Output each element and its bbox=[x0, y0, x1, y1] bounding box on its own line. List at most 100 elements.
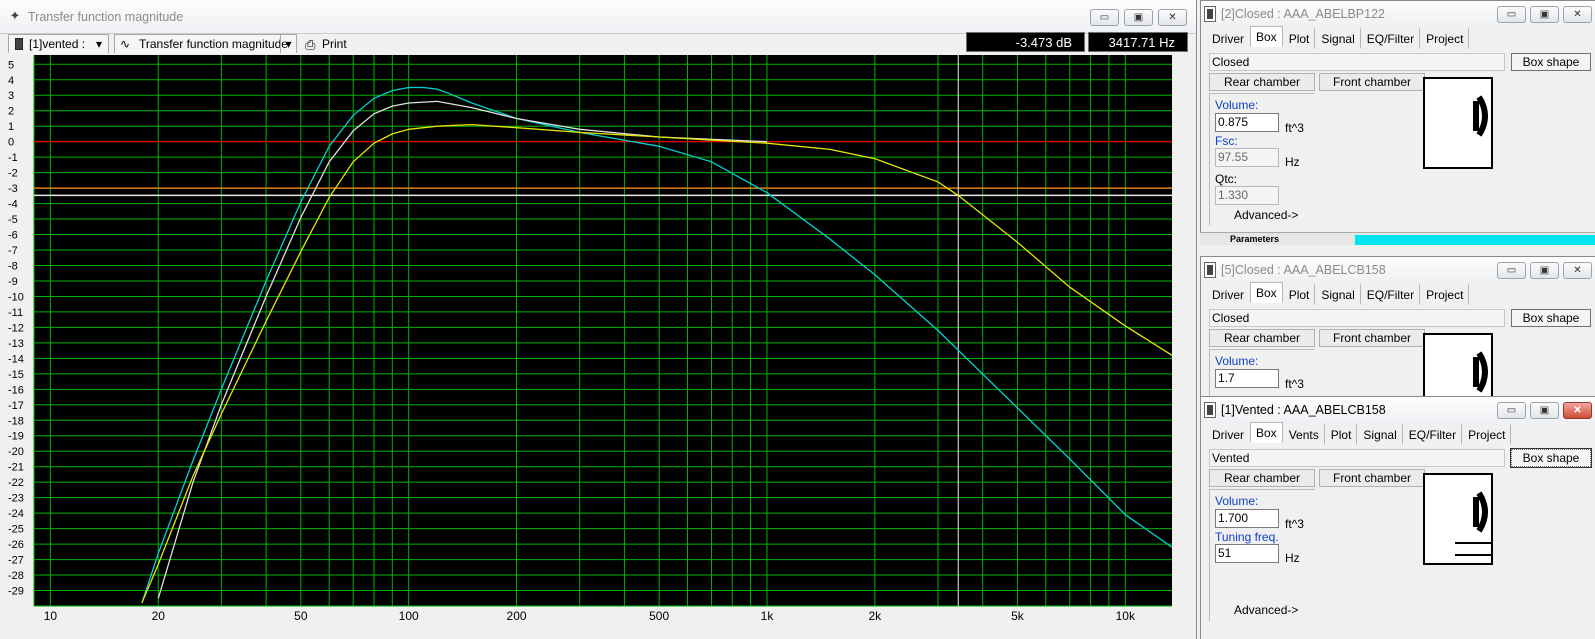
tab-project[interactable]: Project bbox=[1420, 28, 1470, 49]
plot-icon: ✦ bbox=[9, 8, 21, 23]
fsc-label: Fsc: bbox=[1215, 134, 1238, 148]
y-tick-label: -9 bbox=[8, 276, 18, 288]
tab-plot[interactable]: Plot bbox=[1283, 28, 1316, 49]
window-title: [5]Closed : AAA_ABELCB158 bbox=[1221, 263, 1386, 277]
rear-chamber-button[interactable]: Rear chamber bbox=[1209, 469, 1315, 487]
rear-chamber-button[interactable]: Rear chamber bbox=[1209, 73, 1315, 91]
close-button[interactable]: ✕ bbox=[1563, 6, 1592, 23]
tab-box[interactable]: Box bbox=[1250, 26, 1283, 47]
minimize-button[interactable]: ▭ bbox=[1497, 6, 1526, 23]
close-button[interactable]: ✕ bbox=[1158, 9, 1187, 26]
print-button[interactable]: ⎙ Print bbox=[300, 34, 347, 55]
plot-area bbox=[34, 55, 1172, 606]
tab-box[interactable]: Box bbox=[1250, 422, 1283, 443]
box-type-field[interactable]: Closed bbox=[1209, 309, 1505, 327]
minimize-button[interactable]: ▭ bbox=[1497, 402, 1526, 419]
transfer-function-chart[interactable]: 543210-1-2-3-4-5-6-7-8-9-10-11-12-13-14-… bbox=[0, 53, 1194, 639]
tab-signal[interactable]: Signal bbox=[1357, 424, 1403, 445]
y-tick-label: -27 bbox=[8, 555, 24, 567]
tab-bar: Driver Box Plot Signal EQ/Filter Project bbox=[1206, 282, 1470, 305]
fsc-unit: Hz bbox=[1285, 155, 1300, 169]
chevron-down-icon: ▾ bbox=[95, 37, 102, 51]
tab-signal[interactable]: Signal bbox=[1315, 28, 1361, 49]
y-tick-label: -17 bbox=[8, 400, 24, 412]
main-window-title: Transfer function magnitude bbox=[28, 10, 184, 24]
tab-eq-filter[interactable]: EQ/Filter bbox=[1361, 28, 1421, 49]
tab-signal[interactable]: Signal bbox=[1315, 284, 1361, 305]
speaker-icon bbox=[1473, 95, 1488, 137]
box-type-field[interactable]: Closed bbox=[1209, 53, 1505, 71]
x-tick-label: 5k bbox=[1011, 609, 1025, 623]
y-tick-label: -21 bbox=[8, 462, 24, 474]
chevron-down-icon: ▾ bbox=[280, 35, 296, 54]
advanced-link[interactable]: Advanced-> bbox=[1234, 603, 1298, 617]
window-title-bar[interactable]: [1]Vented : AAA_ABELCB158 ▭ ▣ ✕ bbox=[1201, 397, 1595, 423]
volume-label: Volume: bbox=[1215, 494, 1259, 508]
fsc-field: 97.55 bbox=[1215, 148, 1279, 167]
box-shape-button[interactable]: Box shape bbox=[1511, 53, 1591, 71]
printer-icon: ⎙ bbox=[305, 37, 316, 52]
tab-driver[interactable]: Driver bbox=[1206, 284, 1250, 305]
y-tick-label: -15 bbox=[8, 369, 24, 381]
close-button[interactable]: ✕ bbox=[1563, 262, 1592, 279]
level-readout: -3.473 dB bbox=[966, 32, 1085, 52]
closed-box-window-abelcb158: [5]Closed : AAA_ABELCB158 ▭ ▣ ✕ Driver Bo… bbox=[1200, 256, 1595, 401]
tab-project[interactable]: Project bbox=[1462, 424, 1512, 445]
front-chamber-button[interactable]: Front chamber bbox=[1319, 469, 1425, 487]
front-chamber-button[interactable]: Front chamber bbox=[1319, 73, 1425, 91]
volume-input[interactable]: 1.7 bbox=[1215, 369, 1279, 388]
project-icon bbox=[15, 38, 23, 50]
tab-eq-filter[interactable]: EQ/Filter bbox=[1361, 284, 1421, 305]
y-tick-label: -8 bbox=[8, 260, 18, 272]
front-chamber-button[interactable]: Front chamber bbox=[1319, 329, 1425, 347]
main-title-bar[interactable]: ✦ Transfer function magnitude ▭ ▣ ✕ bbox=[0, 0, 1196, 34]
tab-driver[interactable]: Driver bbox=[1206, 28, 1250, 49]
maximize-button[interactable]: ▣ bbox=[1530, 402, 1559, 419]
window-title: [1]Vented : AAA_ABELCB158 bbox=[1221, 403, 1386, 417]
window-title-bar[interactable]: [2]Closed : AAA_ABELBP122 ▭ ▣ ✕ bbox=[1201, 1, 1595, 27]
qtc-field: 1.330 bbox=[1215, 186, 1279, 205]
y-tick-label: -25 bbox=[8, 524, 24, 536]
tab-plot[interactable]: Plot bbox=[1283, 284, 1316, 305]
close-button[interactable]: ✕ bbox=[1563, 402, 1592, 419]
y-tick-label: -23 bbox=[8, 493, 24, 505]
window-title-bar[interactable]: [5]Closed : AAA_ABELCB158 ▭ ▣ ✕ bbox=[1201, 257, 1595, 283]
tab-vents[interactable]: Vents bbox=[1283, 424, 1325, 445]
y-tick-label: -16 bbox=[8, 384, 24, 396]
y-tick-label: -1 bbox=[8, 152, 18, 164]
x-tick-label: 1k bbox=[761, 609, 775, 623]
project-selector-label: [1]vented : bbox=[29, 37, 86, 51]
volume-input[interactable]: 0.875 bbox=[1215, 113, 1279, 132]
y-tick-label: -26 bbox=[8, 539, 24, 551]
y-tick-label: -24 bbox=[8, 508, 24, 520]
maximize-button[interactable]: ▣ bbox=[1530, 6, 1559, 23]
tab-project[interactable]: Project bbox=[1420, 284, 1470, 305]
tab-box[interactable]: Box bbox=[1250, 282, 1283, 303]
x-tick-label: 500 bbox=[649, 609, 669, 623]
minimize-button[interactable]: ▭ bbox=[1090, 9, 1119, 26]
graph-selector[interactable]: ∿ Transfer function magnitude ▾ bbox=[114, 34, 297, 55]
project-selector[interactable]: [1]vented : ▾ bbox=[8, 34, 109, 55]
volume-unit: ft^3 bbox=[1285, 377, 1304, 391]
y-tick-label: -11 bbox=[8, 307, 23, 319]
transfer-function-window: ✦ Transfer function magnitude ▭ ▣ ✕ [1]v… bbox=[0, 0, 1197, 639]
tab-eq-filter[interactable]: EQ/Filter bbox=[1403, 424, 1463, 445]
box-type-field[interactable]: Vented bbox=[1209, 449, 1505, 467]
y-tick-label: -29 bbox=[8, 586, 24, 598]
y-tick-label: -18 bbox=[8, 415, 24, 427]
minimize-button[interactable]: ▭ bbox=[1497, 262, 1526, 279]
maximize-button[interactable]: ▣ bbox=[1124, 9, 1153, 26]
tab-driver[interactable]: Driver bbox=[1206, 424, 1250, 445]
box-shape-button[interactable]: Box shape bbox=[1511, 309, 1591, 327]
tab-plot[interactable]: Plot bbox=[1325, 424, 1358, 445]
maximize-button[interactable]: ▣ bbox=[1530, 262, 1559, 279]
box-shape-button[interactable]: Box shape bbox=[1510, 448, 1592, 468]
rear-chamber-button[interactable]: Rear chamber bbox=[1209, 329, 1315, 347]
advanced-link[interactable]: Advanced-> bbox=[1234, 208, 1298, 222]
volume-input[interactable]: 1.700 bbox=[1215, 509, 1279, 528]
box-drawing bbox=[1423, 77, 1493, 169]
y-tick-label: 3 bbox=[8, 90, 14, 102]
tuning-freq-input[interactable]: 51 bbox=[1215, 544, 1279, 563]
x-tick-label: 200 bbox=[507, 609, 527, 623]
y-tick-label: -3 bbox=[8, 183, 18, 195]
